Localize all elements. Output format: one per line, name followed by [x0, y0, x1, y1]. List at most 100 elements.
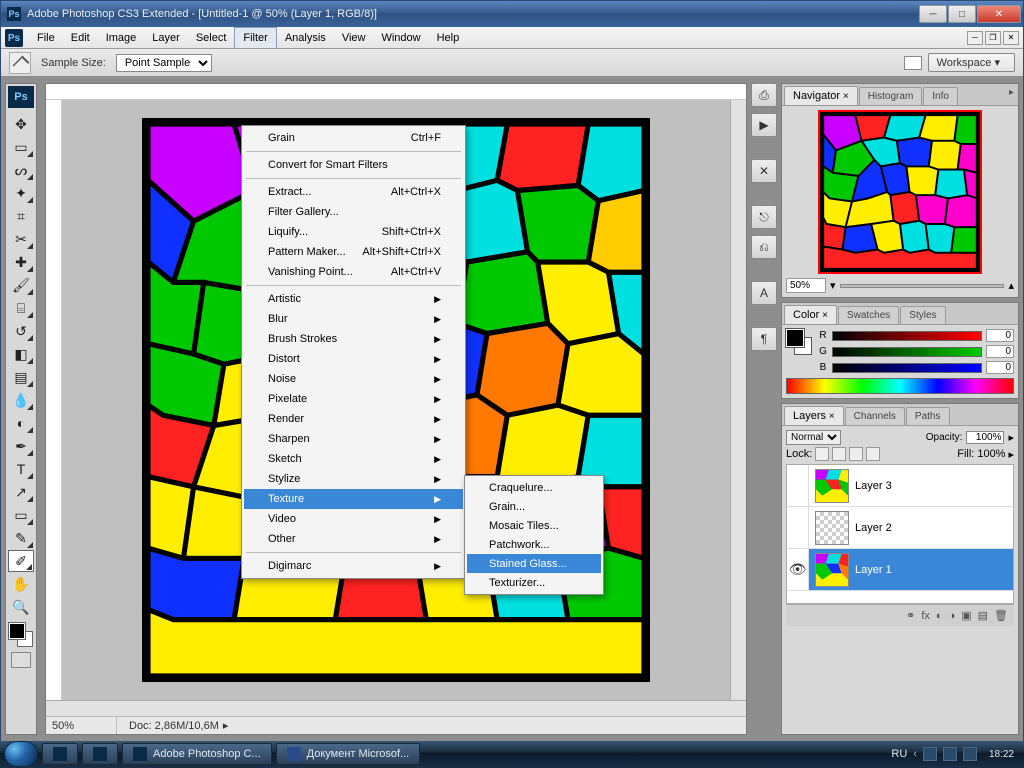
menu-filter[interactable]: Filter	[234, 27, 276, 48]
fx-icon[interactable]: fx	[921, 610, 930, 622]
menu-analysis[interactable]: Analysis	[277, 27, 334, 48]
tool-path[interactable]: ↗	[8, 481, 34, 503]
tool-slice[interactable]: ✂	[8, 228, 34, 250]
layer-thumb[interactable]	[815, 469, 849, 503]
layer-row[interactable]: Layer 3	[787, 465, 1013, 507]
layer-row[interactable]: Layer 2	[787, 507, 1013, 549]
menu-item-sketch[interactable]: Sketch▶	[244, 449, 463, 469]
menu-item-filter-gallery[interactable]: Filter Gallery...	[244, 202, 463, 222]
menu-item-pixelate[interactable]: Pixelate▶	[244, 389, 463, 409]
tab-info[interactable]: Info	[923, 87, 958, 105]
submenu-mosaic-tiles[interactable]: Mosaic Tiles...	[467, 516, 601, 535]
tool-gradient[interactable]: ▤	[8, 366, 34, 388]
tray-icon[interactable]	[943, 747, 957, 761]
mdi-close[interactable]: ✕	[1003, 31, 1019, 45]
tool-pen[interactable]: ✒	[8, 435, 34, 457]
color-spectrum[interactable]	[786, 378, 1014, 394]
tool-stamp[interactable]: ⌸	[8, 297, 34, 319]
clock[interactable]: 18:22	[983, 749, 1020, 760]
b-value[interactable]: 0	[986, 361, 1014, 374]
group-icon[interactable]: ▣	[961, 609, 971, 622]
fill-value[interactable]: 100%	[977, 448, 1005, 460]
tool-type[interactable]: T	[8, 458, 34, 480]
lock-brush-icon[interactable]	[832, 447, 846, 461]
workspace-select[interactable]: Workspace ▾	[928, 53, 1015, 72]
menu-item-distort[interactable]: Distort▶	[244, 349, 463, 369]
ps-logo[interactable]: Ps	[8, 86, 34, 108]
menu-item-pattern-maker[interactable]: Pattern Maker...Alt+Shift+Ctrl+X	[244, 242, 463, 262]
menu-item-stylize[interactable]: Stylize▶	[244, 469, 463, 489]
menu-item-blur[interactable]: Blur▶	[244, 309, 463, 329]
lock-pixels-icon[interactable]	[815, 447, 829, 461]
quick-mask[interactable]	[11, 652, 31, 668]
zoom-in-icon[interactable]: ▴	[1008, 279, 1014, 292]
tool-eyedropper[interactable]: ✐	[8, 550, 34, 572]
dock-btn-1[interactable]: ⎙	[751, 83, 777, 107]
layer-row[interactable]: 👁 Layer 1	[787, 549, 1013, 591]
color-chip[interactable]	[786, 329, 812, 355]
menu-item-vanishing-point[interactable]: Vanishing Point...Alt+Ctrl+V	[244, 262, 463, 282]
zoom-field[interactable]: 50%	[46, 720, 116, 732]
menu-file[interactable]: File	[29, 27, 63, 48]
menu-item-render[interactable]: Render▶	[244, 409, 463, 429]
menu-item-brush-strokes[interactable]: Brush Strokes▶	[244, 329, 463, 349]
ruler-horizontal[interactable]	[46, 84, 746, 100]
menu-image[interactable]: Image	[98, 27, 145, 48]
layer-thumb[interactable]	[815, 553, 849, 587]
tab-styles[interactable]: Styles	[900, 306, 945, 324]
tool-dodge[interactable]: ◐	[8, 412, 34, 434]
maximize-button[interactable]: □	[948, 5, 976, 23]
opacity-value[interactable]: 100%	[966, 431, 1004, 444]
menu-item-liquify[interactable]: Liquify...Shift+Ctrl+X	[244, 222, 463, 242]
taskbar-app-word[interactable]: Документ Microsof...	[276, 743, 421, 765]
dock-btn-3[interactable]: ✕	[751, 159, 777, 183]
scrollbar-vertical[interactable]	[730, 100, 746, 700]
submenu-texturizer[interactable]: Texturizer...	[467, 573, 601, 592]
tool-brush[interactable]: 🖌	[8, 274, 34, 296]
r-value[interactable]: 0	[986, 329, 1014, 342]
adjustment-icon[interactable]: ◑	[949, 610, 956, 622]
window-titlebar[interactable]: Ps Adobe Photoshop CS3 Extended - [Untit…	[1, 1, 1023, 27]
quicklaunch-icon[interactable]	[42, 743, 78, 765]
visibility-icon[interactable]	[787, 465, 809, 506]
menu-window[interactable]: Window	[373, 27, 428, 48]
tray-icon[interactable]	[923, 747, 937, 761]
tray-volume-icon[interactable]	[963, 747, 977, 761]
tab-color[interactable]: Color ×	[784, 305, 837, 324]
submenu-craquelure[interactable]: Craquelure...	[467, 478, 601, 497]
tool-wand[interactable]: ✦	[8, 182, 34, 204]
close-button[interactable]: ✕	[977, 5, 1021, 23]
color-swatches[interactable]	[9, 623, 33, 647]
menu-item-other[interactable]: Other▶	[244, 529, 463, 549]
tool-move[interactable]: ✥	[8, 113, 34, 135]
tool-shape[interactable]: ▭	[8, 504, 34, 526]
layer-thumb[interactable]	[815, 511, 849, 545]
menu-layer[interactable]: Layer	[144, 27, 188, 48]
zoom-slider[interactable]	[840, 284, 1005, 288]
doc-info[interactable]: Doc: 2,86M/10,6M	[117, 720, 219, 732]
tab-histogram[interactable]: Histogram	[859, 87, 923, 105]
lock-all-icon[interactable]	[866, 447, 880, 461]
submenu-grain[interactable]: Grain...	[467, 497, 601, 516]
tool-history[interactable]: ↺	[8, 320, 34, 342]
tab-swatches[interactable]: Swatches	[838, 306, 899, 324]
visibility-icon[interactable]: 👁	[787, 549, 809, 590]
tool-marquee[interactable]: ▭	[8, 136, 34, 158]
menu-select[interactable]: Select	[188, 27, 235, 48]
layer-name[interactable]: Layer 1	[855, 564, 892, 576]
zoom-out-icon[interactable]: ▾	[830, 279, 836, 292]
language-indicator[interactable]: RU	[891, 748, 907, 760]
menu-item-last-filter[interactable]: GrainCtrl+F	[244, 128, 463, 148]
mdi-restore[interactable]: ❐	[985, 31, 1001, 45]
tool-crop[interactable]: ⌗	[8, 205, 34, 227]
submenu-patchwork[interactable]: Patchwork...	[467, 535, 601, 554]
quicklaunch-icon[interactable]	[82, 743, 118, 765]
mask-icon[interactable]: ◐	[936, 610, 943, 622]
submenu-stained-glass[interactable]: Stained Glass...	[467, 554, 601, 573]
menu-item-sharpen[interactable]: Sharpen▶	[244, 429, 463, 449]
tool-heal[interactable]: ✚	[8, 251, 34, 273]
workspace-icon[interactable]	[904, 56, 922, 70]
visibility-icon[interactable]	[787, 507, 809, 548]
dock-btn-7[interactable]: ¶	[751, 327, 777, 351]
tab-channels[interactable]: Channels	[845, 407, 905, 425]
